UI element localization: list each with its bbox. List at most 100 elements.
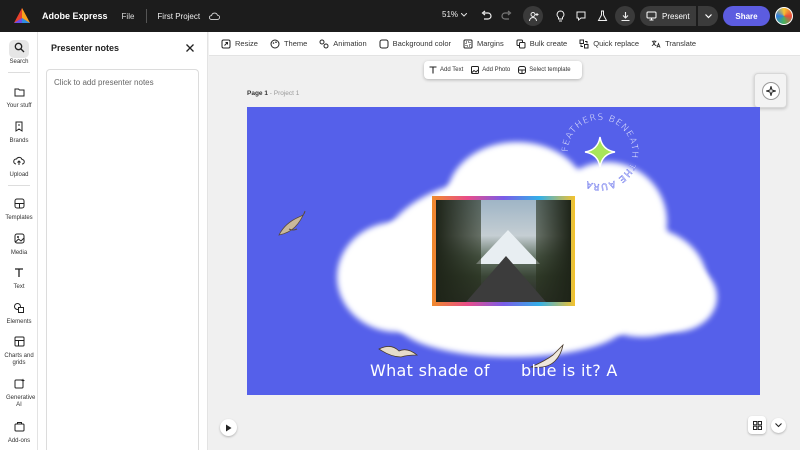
quick-replace-icon <box>579 39 589 49</box>
rail-label: Templates <box>5 215 33 221</box>
resize-button[interactable]: Resize <box>221 39 258 49</box>
resize-icon <box>221 39 231 49</box>
canvas-area[interactable]: Add Text Add Photo Select template Page … <box>209 57 800 450</box>
rail-item-text[interactable]: Text <box>0 265 38 291</box>
rail-item-media[interactable]: Media <box>0 231 38 257</box>
generative-ai-icon <box>9 376 29 394</box>
add-text-button[interactable]: Add Text <box>429 66 463 74</box>
quick-add-bar: Add Text Add Photo Select template <box>424 61 582 79</box>
undo-icon[interactable] <box>479 9 493 23</box>
cloud-shape <box>632 262 717 332</box>
elements-icon <box>9 300 29 318</box>
rail-item-your-stuff[interactable]: Your stuff <box>0 84 38 110</box>
download-icon[interactable] <box>615 6 635 26</box>
chevron-down-icon[interactable] <box>461 13 467 17</box>
translate-icon <box>651 39 661 49</box>
headline-text-right[interactable]: blue is it? A <box>521 361 618 380</box>
grid-icon <box>752 420 762 430</box>
share-button[interactable]: Share <box>723 6 770 26</box>
project-name[interactable]: First Project <box>157 12 200 21</box>
play-icon <box>226 424 232 431</box>
bulk-create-button[interactable]: Bulk create <box>516 39 567 49</box>
page-label[interactable]: Page 1 - Project 1 <box>247 90 299 97</box>
grid-view-button[interactable] <box>748 416 766 434</box>
rail-label: Your stuff <box>6 103 32 109</box>
present-label: Present <box>662 11 690 21</box>
translate-button[interactable]: Translate <box>651 39 696 49</box>
present-options-button[interactable] <box>698 6 718 26</box>
quick-replace-button[interactable]: Quick replace <box>579 39 639 49</box>
play-button[interactable] <box>220 419 237 436</box>
close-icon[interactable] <box>184 42 196 54</box>
collapse-pages-button[interactable] <box>771 418 786 433</box>
left-rail: Search Your stuff Brands Upload Template… <box>0 32 38 450</box>
star-icon <box>584 136 616 168</box>
divider <box>146 9 148 23</box>
road-shape <box>466 256 546 302</box>
folder-icon <box>9 84 29 102</box>
margins-button[interactable]: Margins <box>463 39 504 49</box>
tool-label: Animation <box>333 39 367 48</box>
redo-icon[interactable] <box>500 9 514 23</box>
presenter-notes-input[interactable]: Click to add presenter notes <box>46 69 199 450</box>
rail-item-generative-ai[interactable]: Generative AI <box>0 376 38 409</box>
divider <box>8 72 30 73</box>
animation-button[interactable]: Animation <box>319 39 367 49</box>
bird-icon[interactable] <box>275 207 309 241</box>
presenter-notes-panel: Presenter notes Click to add presenter n… <box>38 32 208 450</box>
media-icon <box>9 231 29 249</box>
rail-item-charts-and-grids[interactable]: Charts and grids <box>0 334 38 367</box>
background-color-button[interactable]: Background color <box>379 39 451 49</box>
cloud-save-icon[interactable] <box>208 11 221 21</box>
rail-label: Media <box>10 250 28 256</box>
rail-label: Charts and grids <box>4 353 34 366</box>
file-menu[interactable]: File <box>122 12 135 21</box>
upload-icon <box>9 153 29 171</box>
add-photo-label: Add Photo <box>482 67 511 73</box>
rail-label: Text <box>13 284 25 290</box>
road-photo-frame[interactable] <box>432 196 575 306</box>
zoom-level[interactable]: 51% <box>442 10 458 19</box>
invite-user-icon[interactable] <box>523 6 543 26</box>
tool-label: Margins <box>477 39 504 48</box>
select-template-button[interactable]: Select template <box>518 66 571 74</box>
charts-icon <box>9 334 29 352</box>
theme-button[interactable]: Theme <box>270 39 307 49</box>
bird-icon[interactable] <box>377 343 419 361</box>
side-widget-button[interactable] <box>754 73 787 108</box>
page-number: Page 1 <box>247 90 268 97</box>
avatar[interactable] <box>775 7 793 25</box>
template-icon <box>518 66 527 74</box>
design-page[interactable]: FEATHERS BENEATH THE AURA What shade of <box>247 107 760 395</box>
present-button[interactable]: Present <box>640 6 696 26</box>
rail-item-upload[interactable]: Upload <box>0 153 38 179</box>
app-name: Adobe Express <box>42 11 108 21</box>
add-photo-button[interactable]: Add Photo <box>471 66 510 74</box>
rail-label: Search <box>9 59 29 65</box>
margins-icon <box>463 39 473 49</box>
search-icon <box>9 40 29 58</box>
rail-label: Add-ons <box>7 438 31 444</box>
headline-text-left[interactable]: What shade of <box>370 361 490 380</box>
tool-label: Background color <box>392 39 452 48</box>
rail-item-templates[interactable]: Templates <box>0 196 38 222</box>
lightbulb-icon[interactable] <box>553 9 567 23</box>
divider <box>8 185 30 186</box>
panel-title: Presenter notes <box>51 43 120 53</box>
rail-label: Upload <box>9 172 29 178</box>
ring-text-graphic[interactable]: FEATHERS BENEATH THE AURA <box>555 107 645 197</box>
photo-icon <box>471 66 480 74</box>
rail-item-add-ons[interactable]: Add-ons <box>0 419 38 445</box>
flask-icon[interactable] <box>595 9 609 23</box>
page-project-name: Project 1 <box>273 90 300 97</box>
rail-item-elements[interactable]: Elements <box>0 300 38 326</box>
tool-label: Translate <box>665 39 697 48</box>
rail-item-search[interactable]: Search <box>0 40 38 66</box>
rail-item-brands[interactable]: Brands <box>0 119 38 145</box>
tool-label: Theme <box>283 39 308 48</box>
rail-label: Elements <box>6 319 32 325</box>
adobe-express-logo-icon[interactable] <box>12 6 32 26</box>
comment-icon[interactable] <box>574 9 588 23</box>
text-icon <box>9 265 29 283</box>
present-icon <box>646 11 657 21</box>
